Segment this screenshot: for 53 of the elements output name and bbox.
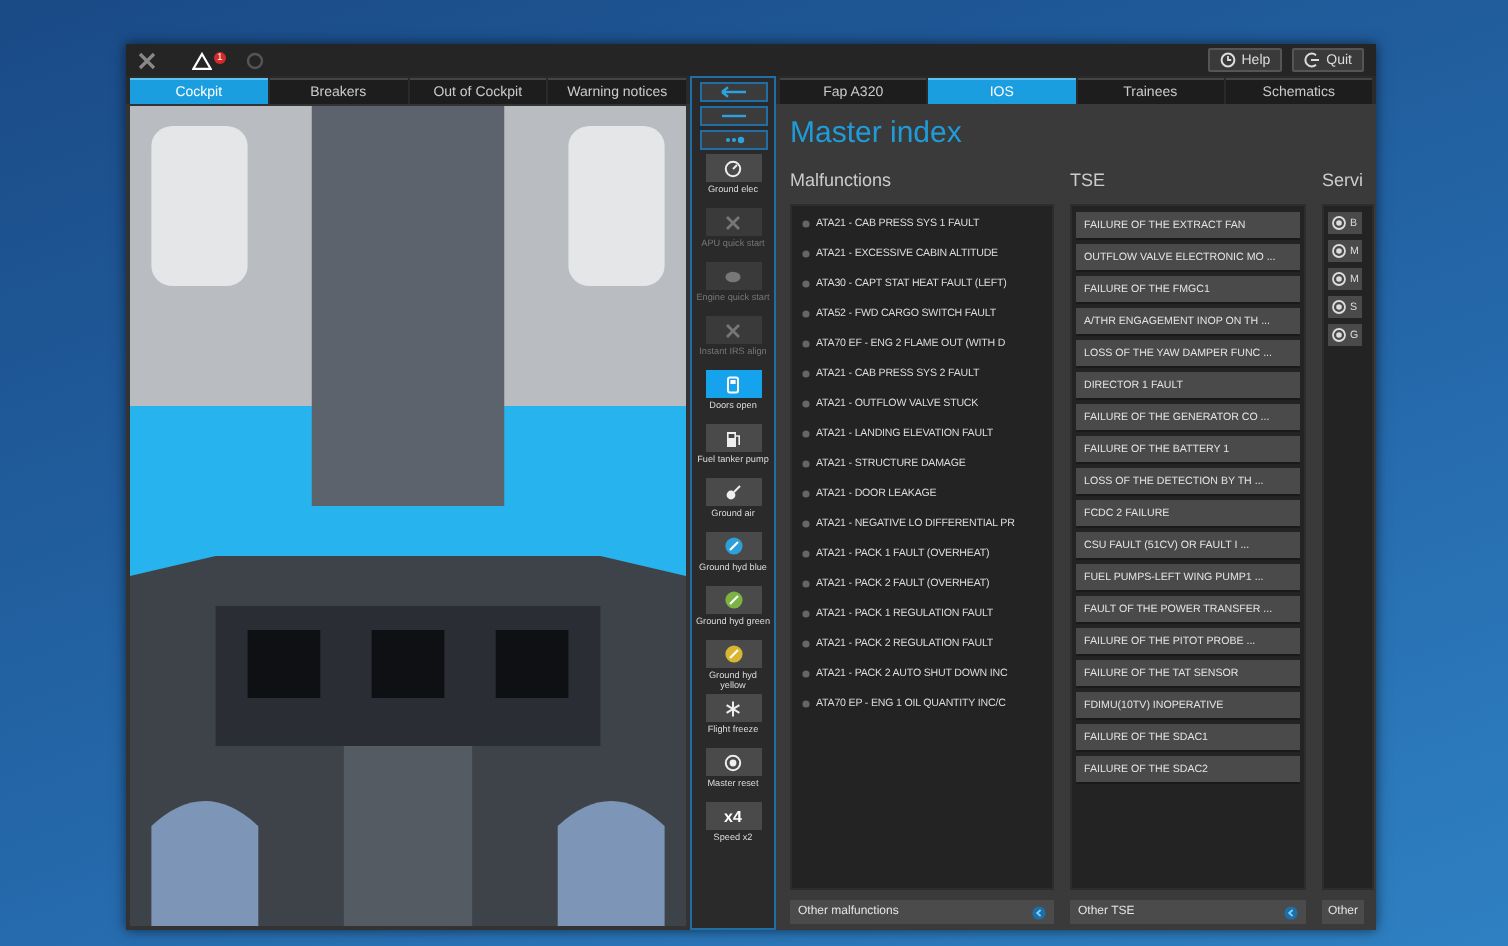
- clock-icon: [1219, 52, 1236, 68]
- gauge-icon: [724, 159, 742, 177]
- tool-button[interactable]: [705, 478, 761, 506]
- dot-icon: [802, 700, 810, 708]
- exit-icon: [1304, 52, 1321, 68]
- plug-icon: [724, 483, 742, 501]
- tool-button[interactable]: [705, 640, 761, 668]
- dot-icon: [802, 580, 810, 588]
- target-icon: [724, 753, 742, 771]
- dot-icon: [802, 430, 810, 438]
- dot-icon: [802, 370, 810, 378]
- dot-icon: [802, 640, 810, 648]
- dot-icon: [802, 340, 810, 348]
- fuel-pump-icon: [724, 429, 742, 447]
- back-button[interactable]: [699, 82, 767, 102]
- tool-button[interactable]: [705, 694, 761, 722]
- warning-icon: [192, 51, 212, 69]
- door-icon: [724, 375, 742, 393]
- column-heading: Servi: [1322, 170, 1364, 190]
- caret-icon: [1284, 905, 1298, 919]
- tool-button[interactable]: [705, 586, 761, 614]
- back-arrow-icon: [719, 86, 747, 98]
- dot-icon: [802, 670, 810, 678]
- dot-icon: [802, 520, 810, 528]
- snowflake-icon: [724, 699, 742, 717]
- dot-icon: [802, 310, 810, 318]
- dot-icon: [802, 280, 810, 288]
- dot-icon: [802, 220, 810, 228]
- column-heading: TSE: [1070, 170, 1106, 190]
- tool-button[interactable]: [705, 424, 761, 452]
- dot-icon: [802, 400, 810, 408]
- dot-icon: [802, 490, 810, 498]
- hydraulic-icon: [723, 644, 743, 664]
- tool-button[interactable]: [705, 748, 761, 776]
- circle-icon: [245, 51, 264, 69]
- hydraulic-icon: [723, 536, 743, 556]
- dot-icon: [802, 550, 810, 558]
- engine-icon: [724, 267, 742, 285]
- line-icon: [719, 110, 747, 122]
- dot-icon: [802, 250, 810, 258]
- tool-button[interactable]: [705, 154, 761, 182]
- dot-icon: [802, 610, 810, 618]
- tool-button[interactable]: [705, 532, 761, 560]
- more-button[interactable]: [699, 130, 767, 150]
- column-heading: Malfunctions: [790, 170, 892, 190]
- fan-icon: [724, 321, 742, 339]
- page-title: Master index: [790, 116, 962, 150]
- collapse-button[interactable]: [699, 106, 767, 126]
- hydraulic-icon: [723, 590, 743, 610]
- caret-icon: [1032, 905, 1046, 919]
- dot-icon: [802, 460, 810, 468]
- fan-icon: [724, 213, 742, 231]
- speed-button[interactable]: x4: [705, 802, 761, 830]
